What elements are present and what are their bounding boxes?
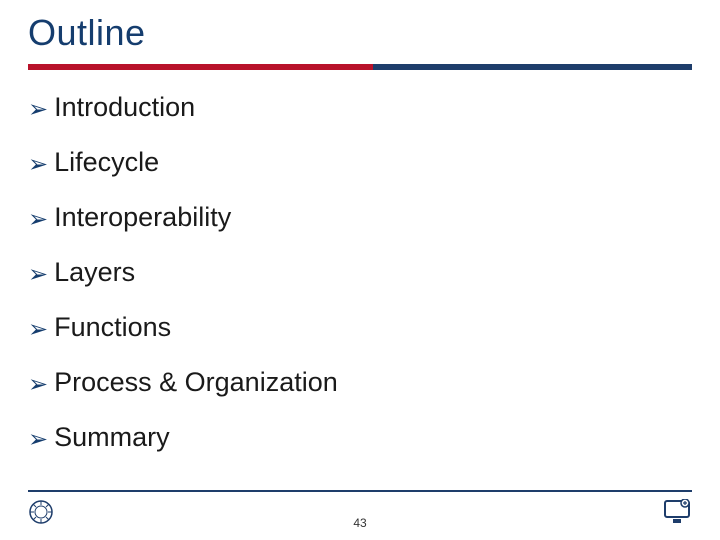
slide-title: Outline: [28, 12, 692, 54]
bullet-list: ➢ Introduction ➢ Lifecycle ➢ Interoperab…: [28, 80, 692, 540]
list-item-label: Process & Organization: [54, 367, 338, 398]
list-item-label: Lifecycle: [54, 147, 159, 178]
list-item: ➢ Summary: [28, 422, 692, 453]
bullet-icon: ➢: [28, 208, 48, 232]
bullet-icon: ➢: [28, 428, 48, 452]
title-block: Outline: [28, 12, 692, 74]
bullet-icon: ➢: [28, 373, 48, 397]
slide: Outline ➢ Introduction ➢ Lifecycle ➢ Int…: [0, 0, 720, 540]
list-item-label: Summary: [54, 422, 170, 453]
list-item: ➢ Functions: [28, 312, 692, 343]
page-number: 43: [353, 516, 366, 530]
bullet-icon: ➢: [28, 318, 48, 342]
institution-seal-icon: [28, 499, 54, 525]
list-item: ➢ Lifecycle: [28, 147, 692, 178]
list-item: ➢ Process & Organization: [28, 367, 692, 398]
terminal-icon: [662, 499, 692, 525]
footer-rule: [28, 490, 692, 492]
underline-blue: [373, 64, 692, 70]
list-item-label: Functions: [54, 312, 171, 343]
list-item: ➢ Interoperability: [28, 202, 692, 233]
title-underline: [28, 64, 692, 70]
list-item: ➢ Introduction: [28, 92, 692, 123]
bullet-icon: ➢: [28, 263, 48, 287]
list-item-label: Layers: [54, 257, 135, 288]
list-item: ➢ Layers: [28, 257, 692, 288]
bullet-icon: ➢: [28, 153, 48, 177]
bullet-icon: ➢: [28, 98, 48, 122]
list-item-label: Introduction: [54, 92, 195, 123]
list-item-label: Interoperability: [54, 202, 231, 233]
